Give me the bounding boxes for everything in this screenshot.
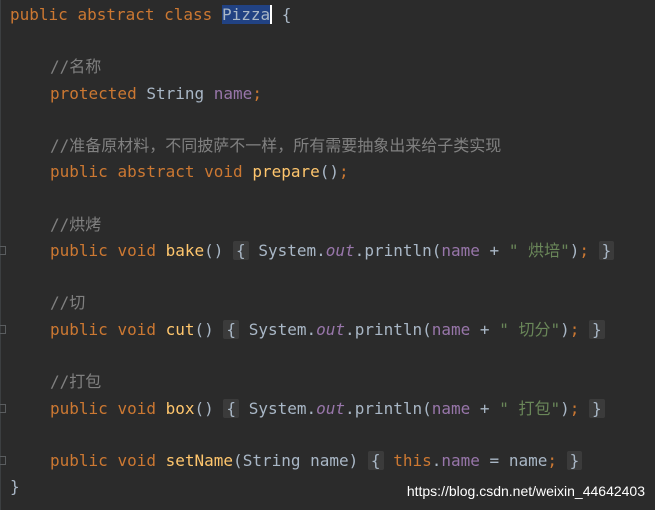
folded-brace-close[interactable]: }	[598, 241, 615, 260]
system-class: System	[248, 399, 307, 418]
folded-brace-open[interactable]: {	[233, 241, 249, 260]
folded-brace-open[interactable]: {	[223, 320, 240, 339]
type-string: String	[146, 84, 205, 103]
field-name-ref: name	[431, 320, 471, 339]
fold-marker-icon[interactable]	[0, 325, 6, 334]
keyword-void: void	[117, 241, 156, 260]
type-string: String	[242, 451, 301, 470]
code-line-cut-method[interactable]: public void cut() { System.out.println(n…	[50, 319, 605, 341]
keyword-void: void	[117, 451, 156, 470]
static-out: out	[316, 320, 346, 339]
folded-brace-close[interactable]: }	[566, 451, 583, 470]
class-name-selected[interactable]: Pizza	[221, 5, 273, 24]
keyword-abstract: abstract	[77, 5, 155, 24]
keyword-class: class	[164, 5, 213, 24]
method-println: println	[364, 241, 432, 260]
keyword-abstract: abstract	[117, 162, 195, 181]
comment-cut: //切	[50, 293, 86, 312]
param-name: name	[310, 451, 349, 470]
folded-brace-close[interactable]: }	[589, 399, 605, 418]
code-line-field-declaration[interactable]: protected String name;	[50, 83, 262, 105]
folded-brace-open[interactable]: {	[223, 399, 240, 418]
keyword-public: public	[50, 162, 108, 181]
method-cut: cut	[165, 320, 195, 339]
code-line-class-close[interactable]: }	[10, 476, 20, 498]
keyword-void: void	[117, 399, 156, 418]
keyword-void: void	[204, 162, 243, 181]
string-cut: " 切分"	[499, 320, 561, 339]
static-out: out	[325, 241, 355, 260]
method-prepare: prepare	[252, 162, 320, 181]
field-name-ref: name	[441, 451, 480, 470]
method-box: box	[165, 399, 195, 418]
keyword-this: this	[393, 451, 432, 470]
folded-brace-close[interactable]: }	[589, 320, 605, 339]
method-println: println	[354, 399, 423, 418]
keyword-public: public	[10, 5, 68, 24]
field-name: name	[213, 84, 253, 103]
static-out: out	[316, 399, 346, 418]
watermark-text: https://blog.csdn.net/weixin_44642403	[406, 483, 645, 499]
keyword-public: public	[50, 241, 108, 260]
system-class: System	[258, 241, 317, 260]
param-name-ref: name	[508, 451, 548, 470]
open-brace: {	[272, 5, 292, 24]
keyword-public: public	[50, 451, 108, 470]
string-bake: " 烘培"	[508, 241, 570, 260]
fold-marker-icon[interactable]	[0, 246, 6, 255]
comment-box: //打包	[50, 372, 102, 391]
method-setname: setName	[165, 451, 234, 470]
comment-bake: //烘烤	[50, 215, 102, 234]
method-bake: bake	[165, 241, 205, 260]
code-line-comment-prepare[interactable]: //准备原材料，不同披萨不一样，所有需要抽象出来给子类实现	[50, 135, 501, 157]
gutter-divider	[0, 0, 1, 510]
code-editor[interactable]: public abstract class Pizza { //名称 prote…	[0, 0, 655, 510]
keyword-protected: protected	[50, 84, 137, 103]
comment-prepare: //准备原材料，不同披萨不一样，所有需要抽象出来给子类实现	[50, 136, 502, 155]
code-line-comment-box[interactable]: //打包	[50, 371, 101, 393]
code-line-class-declaration[interactable]: public abstract class Pizza {	[10, 4, 291, 26]
string-box: " 打包"	[499, 399, 561, 418]
comment-name: //名称	[50, 57, 102, 76]
method-println: println	[354, 320, 423, 339]
keyword-public: public	[50, 320, 108, 339]
keyword-public: public	[50, 399, 108, 418]
code-line-setname-method[interactable]: public void setName(String name) { this.…	[50, 450, 583, 472]
code-line-comment-bake[interactable]: //烘烤	[50, 214, 101, 236]
close-brace: }	[10, 477, 20, 496]
fold-marker-icon[interactable]	[0, 456, 6, 465]
keyword-void: void	[117, 320, 156, 339]
field-name-ref: name	[441, 241, 480, 260]
code-line-prepare-method[interactable]: public abstract void prepare();	[50, 161, 349, 183]
field-name-ref: name	[431, 399, 471, 418]
fold-marker-icon[interactable]	[0, 404, 6, 413]
folded-brace-open[interactable]: {	[367, 451, 384, 470]
code-line-comment-cut[interactable]: //切	[50, 292, 85, 314]
code-line-bake-method[interactable]: public void bake() { System.out.println(…	[50, 240, 615, 262]
code-line-comment-name[interactable]: //名称	[50, 56, 101, 78]
system-class: System	[248, 320, 307, 339]
code-line-box-method[interactable]: public void box() { System.out.println(n…	[50, 398, 605, 420]
